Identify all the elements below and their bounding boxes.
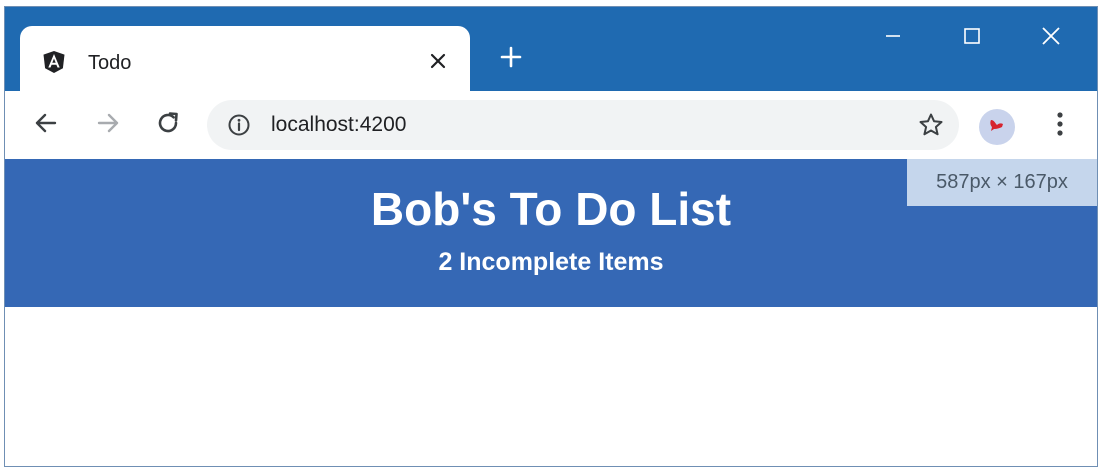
viewport-size-badge: 587px × 167px (907, 159, 1097, 206)
info-icon[interactable] (227, 113, 251, 137)
window-close-button[interactable] (1031, 21, 1071, 55)
minimize-button[interactable] (873, 21, 913, 55)
tab-title: Todo (88, 52, 132, 74)
reload-icon (155, 110, 181, 141)
back-arrow-icon (33, 110, 59, 141)
menu-button[interactable] (1045, 109, 1075, 143)
bird-avatar-icon (988, 117, 1006, 138)
close-tab-icon[interactable] (424, 47, 452, 75)
incomplete-count: 2 Incomplete Items (438, 248, 664, 276)
new-tab-button[interactable] (493, 41, 529, 77)
title-bar: Todo (5, 7, 1097, 92)
maximize-button[interactable] (952, 21, 992, 55)
url-text[interactable]: localhost:4200 (271, 114, 406, 136)
forward-arrow-icon (95, 110, 121, 141)
plus-icon (500, 46, 522, 73)
minimize-icon (884, 27, 902, 50)
back-button[interactable] (29, 108, 63, 142)
browser-toolbar: localhost:4200 (5, 91, 1097, 160)
tab-todo[interactable]: Todo (20, 26, 470, 92)
reload-button[interactable] (151, 108, 185, 142)
close-icon (1041, 26, 1061, 51)
profile-avatar[interactable] (979, 109, 1015, 145)
star-icon[interactable] (917, 111, 945, 139)
maximize-icon (963, 27, 981, 50)
angular-icon (42, 50, 66, 74)
browser-window: Todo localhost:4200 Bob's To Do List 2 I… (4, 6, 1098, 467)
address-bar[interactable]: localhost:4200 (207, 100, 959, 150)
forward-button[interactable] (91, 108, 125, 142)
page-viewport: Bob's To Do List 2 Incomplete Items 587p… (5, 159, 1097, 466)
kebab-menu-icon (1056, 111, 1064, 142)
